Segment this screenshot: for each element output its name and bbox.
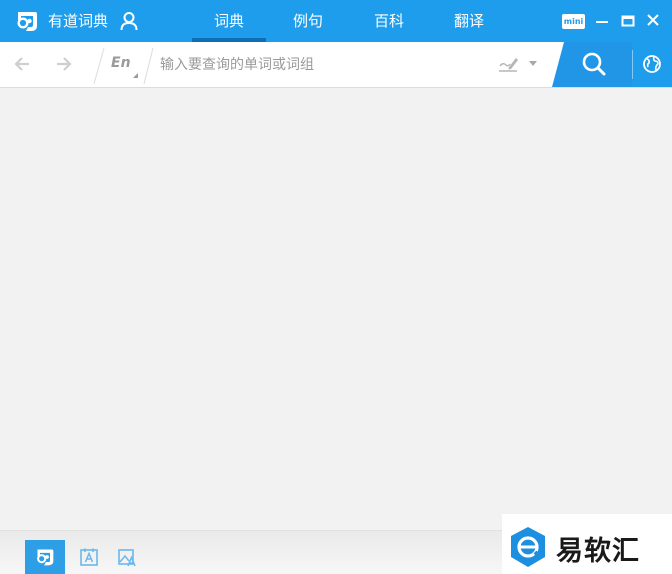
close-icon[interactable] [646, 11, 660, 31]
bottom-tab-word-card[interactable] [69, 540, 109, 574]
app-title: 有道词典 [48, 12, 109, 30]
result-content-area [0, 88, 672, 530]
language-corner-icon [133, 73, 138, 78]
tab-translate[interactable]: 翻译 [432, 0, 506, 42]
separator [143, 48, 154, 84]
minimize-icon[interactable] [595, 11, 609, 31]
tab-dictionary[interactable]: 词典 [192, 0, 266, 42]
dict-logo-icon [37, 549, 54, 566]
maximize-icon[interactable] [621, 11, 635, 31]
web-search-button[interactable] [632, 42, 672, 87]
forward-arrow-icon[interactable] [54, 54, 74, 74]
language-toggle[interactable]: En [104, 52, 140, 78]
handwriting-icon[interactable] [497, 54, 519, 74]
title-bar: 有道词典 词典 例句 百科 翻译 mini [0, 0, 672, 42]
youdao-dictionary-window: 有道词典 词典 例句 百科 翻译 mini En 输入要查询的单词或词组 易软汇 [0, 0, 672, 574]
search-input[interactable] [160, 52, 480, 78]
word-card-icon [80, 548, 98, 566]
input-mode-dropdown-icon[interactable] [529, 61, 537, 66]
mini-mode-button[interactable]: mini [562, 14, 585, 29]
watermark-text: 易软汇 [556, 536, 640, 567]
tab-example-sentences[interactable]: 例句 [271, 0, 345, 42]
search-button[interactable] [552, 42, 632, 87]
youdao-logo-icon [17, 12, 37, 31]
bottom-tab-dictionary[interactable] [25, 540, 65, 574]
watermark: 易软汇 [502, 514, 672, 574]
search-bar: En [0, 42, 672, 88]
user-account-icon[interactable] [120, 11, 138, 31]
image-translate-icon [118, 549, 136, 567]
globe-icon [643, 55, 661, 73]
watermark-logo-icon [511, 527, 545, 567]
bottom-tab-image-translate[interactable] [107, 540, 147, 574]
back-arrow-icon[interactable] [12, 54, 32, 74]
language-label: En [111, 55, 131, 71]
tab-encyclopedia[interactable]: 百科 [352, 0, 426, 42]
